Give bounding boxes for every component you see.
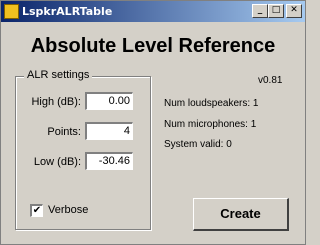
maximize-button[interactable]: □ [268,4,284,18]
low-label: Low (dB): [33,156,81,168]
app-window: LspkrALRTable _ □ ✕ Absolute Level Refer… [0,0,306,245]
system-valid-label: System valid: 0 [164,139,232,150]
create-button[interactable]: Create [193,198,289,231]
points-label: Points: [47,126,81,138]
app-icon [4,4,19,19]
page-title: Absolute Level Reference [30,35,276,57]
minimize-button[interactable]: _ [252,4,268,18]
alr-settings-group-title: ALR settings [24,69,93,81]
verbose-label[interactable]: Verbose [48,204,88,216]
points-input[interactable]: 4 [85,122,133,140]
low-db-input[interactable]: -30.46 [85,152,133,170]
high-label: High (dB): [31,96,81,108]
close-button[interactable]: ✕ [286,4,302,18]
window-title: LspkrALRTable [22,5,113,18]
verbose-checkbox[interactable]: ✔ [30,204,43,217]
version-label: v0.81 [258,75,283,86]
num-loudspeakers-label: Num loudspeakers: 1 [164,98,259,109]
high-db-input[interactable]: 0.00 [85,92,133,110]
num-microphones-label: Num microphones: 1 [164,119,257,130]
title-bar[interactable]: LspkrALRTable _ □ ✕ [1,1,305,22]
